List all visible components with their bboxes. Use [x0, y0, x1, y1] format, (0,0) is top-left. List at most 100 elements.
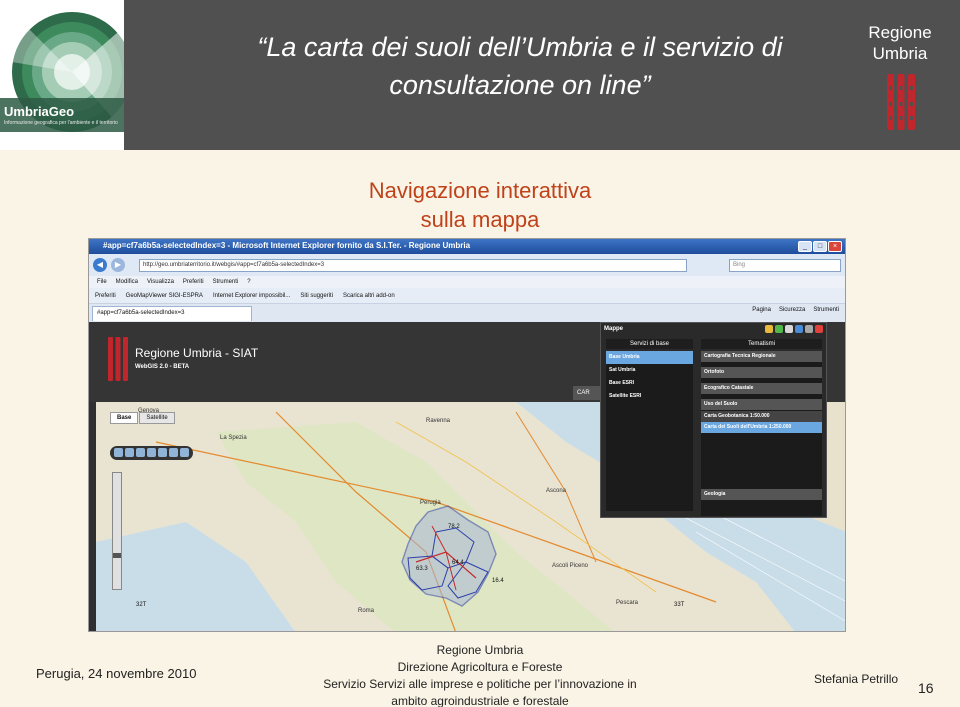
page-number: 16 — [918, 680, 934, 696]
logo-name: UmbriaGeo — [4, 104, 75, 119]
slide-header: UmbriaGeo Informazione geografica per l'… — [0, 0, 960, 150]
slide-title: “La carta dei suoli dell’Umbria e il ser… — [190, 28, 850, 104]
theme-item[interactable]: Ecografico Catastale — [701, 383, 822, 394]
webgis-app: Regione Umbria - SIAT WebGIS 2.0 - BETA … — [89, 322, 845, 631]
base-layer-item[interactable]: Base ESRI — [606, 377, 693, 390]
add-icon[interactable] — [775, 325, 783, 333]
themes-list: Cartografia Tecnica Regionale Ortofoto E… — [701, 351, 822, 516]
footer-date: Perugia, 24 novembre 2010 — [36, 666, 197, 681]
window-controls: _ □ × — [798, 241, 842, 252]
footer-org-line: Direzione Agricoltura e Foreste — [397, 660, 563, 674]
address-bar: ◀ ▶ http://geo.umbriaterritorio.it/webgi… — [89, 254, 845, 276]
zoom-slider[interactable] — [112, 472, 122, 590]
menu-edit[interactable]: Modifica — [116, 276, 138, 288]
slide-title-line2: consultazione on line” — [389, 70, 651, 100]
footer-org-line: Servizio Servizi alle imprese e politich… — [323, 677, 637, 691]
back-button[interactable]: ◀ — [93, 258, 107, 272]
measure-tool-icon[interactable] — [147, 448, 156, 457]
folder-icon[interactable] — [765, 325, 773, 333]
map-label: La Spezia — [220, 435, 247, 441]
soil-layer-item[interactable]: Carta dei Suoli dell'Umbria 1:250.000 — [701, 422, 822, 433]
forward-button[interactable]: ▶ — [111, 258, 125, 272]
favorite-link[interactable]: Siti suggeriti — [300, 288, 333, 303]
close-icon[interactable] — [815, 325, 823, 333]
tab-base[interactable]: Base — [110, 412, 139, 424]
favorite-link[interactable]: GeoMapViewer SIGI-ESPRA — [126, 288, 203, 303]
settings-icon[interactable] — [785, 325, 793, 333]
close-button[interactable]: × — [828, 241, 842, 252]
base-layer-item[interactable]: Sat Umbria — [606, 364, 693, 377]
menu-view[interactable]: Visualizza — [147, 276, 174, 288]
maximize-button[interactable]: □ — [813, 241, 827, 252]
favorites-button[interactable]: Preferiti — [95, 288, 116, 303]
map-label: Roma — [358, 608, 375, 614]
pan-tool-icon[interactable] — [136, 448, 145, 457]
base-layer-item[interactable]: Base Umbria — [606, 351, 693, 364]
layer-panel: Mappe Servizi di base Tematismi Base Umb… — [600, 322, 827, 518]
help-icon[interactable] — [805, 325, 813, 333]
map-label: Pescara — [616, 600, 639, 606]
menu-help[interactable]: ? — [247, 276, 250, 288]
layer-panel-actions — [765, 325, 823, 333]
base-layer-item[interactable]: Satellite ESRI — [606, 390, 693, 403]
logo-tagline: Informazione geografica per l'ambiente e… — [4, 120, 118, 126]
browser-menubar: File Modifica Visualizza Preferiti Strum… — [89, 276, 845, 288]
themes-heading: Tematismi — [701, 339, 822, 349]
zoom-slider-handle[interactable] — [113, 553, 121, 558]
browser-window-title: #app=cf7a6b5a-selectedIndex=3 - Microsof… — [103, 241, 471, 250]
refresh-icon[interactable] — [795, 325, 803, 333]
theme-item[interactable]: Uso del Suolo — [701, 399, 822, 410]
slide-footer: Perugia, 24 novembre 2010 Regione Umbria… — [0, 640, 960, 707]
utm-zone-label: 32T — [136, 602, 147, 608]
base-services-list: Base Umbria Sat Umbria Base ESRI Satelli… — [606, 351, 693, 511]
tools-menu[interactable]: Strumenti — [813, 307, 839, 313]
page-menu[interactable]: Pagina — [752, 307, 771, 313]
theme-item[interactable]: Ortofoto — [701, 367, 822, 378]
soil-value-label: 63.3 — [416, 566, 428, 572]
carto-tab[interactable]: CAR — [573, 386, 603, 400]
soil-layer-item[interactable]: Carta Geobotanica 1:50.000 — [701, 411, 822, 422]
map-toolbar — [110, 446, 193, 460]
browser-tab[interactable]: #app=cf7a6b5a-selectedIndex=3 — [92, 306, 252, 321]
menu-favorites[interactable]: Preferiti — [183, 276, 204, 288]
theme-item[interactable]: Geologia — [701, 489, 822, 500]
map-label: Genova — [138, 408, 160, 414]
map-label: Perugia — [420, 500, 441, 506]
browser-titlebar: #app=cf7a6b5a-selectedIndex=3 - Microsof… — [89, 239, 845, 254]
info-tool-icon[interactable] — [158, 448, 167, 457]
footer-org-line: ambito agroindustriale e forestale — [391, 694, 569, 707]
zoom-out-tool-icon[interactable] — [125, 448, 134, 457]
umbria-emblem-icon — [108, 337, 128, 381]
favorite-link[interactable]: Internet Explorer impossibil... — [213, 288, 290, 303]
slide-title-line1: “La carta dei suoli dell’Umbria e il ser… — [257, 32, 783, 62]
zoom-in-tool-icon[interactable] — [114, 448, 123, 457]
layer-panel-title: Mappe — [604, 326, 624, 332]
slide-subtitle: Navigazione interattiva sulla mappa — [300, 176, 660, 234]
slide-subtitle-line2: sulla mappa — [420, 207, 540, 232]
security-menu[interactable]: Sicurezza — [779, 307, 805, 313]
minimize-button[interactable]: _ — [798, 241, 812, 252]
browser-toolbar: Pagina Sicurezza Strumenti — [752, 307, 839, 313]
soil-value-label: 16.4 — [492, 578, 504, 584]
footer-organization: Regione Umbria Direzione Agricoltura e F… — [300, 642, 660, 707]
webgis-title: Regione Umbria - SIAT — [135, 346, 259, 360]
favorite-link[interactable]: Scarica altri add-on — [343, 288, 395, 303]
search-field[interactable]: Bing — [729, 259, 841, 272]
print-tool-icon[interactable] — [169, 448, 178, 457]
theme-item[interactable]: Cartografia Tecnica Regionale — [701, 351, 822, 362]
menu-file[interactable]: File — [97, 276, 107, 288]
url-field[interactable]: http://geo.umbriaterritorio.it/webgis/#a… — [139, 259, 687, 272]
menu-tools[interactable]: Strumenti — [213, 276, 239, 288]
themes-spacer — [701, 433, 822, 489]
region-label-line2: Umbria — [872, 44, 928, 63]
map-label: Ravenna — [426, 418, 451, 424]
footer-author: Stefania Petrillo — [814, 672, 899, 686]
base-services-heading: Servizi di base — [606, 339, 693, 349]
previous-extent-icon[interactable] — [180, 448, 189, 457]
umbriageo-logo: UmbriaGeo Informazione geografica per l'… — [0, 0, 124, 150]
browser-tabbar: #app=cf7a6b5a-selectedIndex=3 Pagina Sic… — [89, 304, 845, 322]
webgis-version: WebGIS 2.0 - BETA — [135, 364, 190, 370]
map-label: Ascoli Piceno — [552, 563, 589, 569]
umbria-emblem-icon — [887, 74, 915, 130]
region-label-line1: Regione — [868, 23, 932, 42]
